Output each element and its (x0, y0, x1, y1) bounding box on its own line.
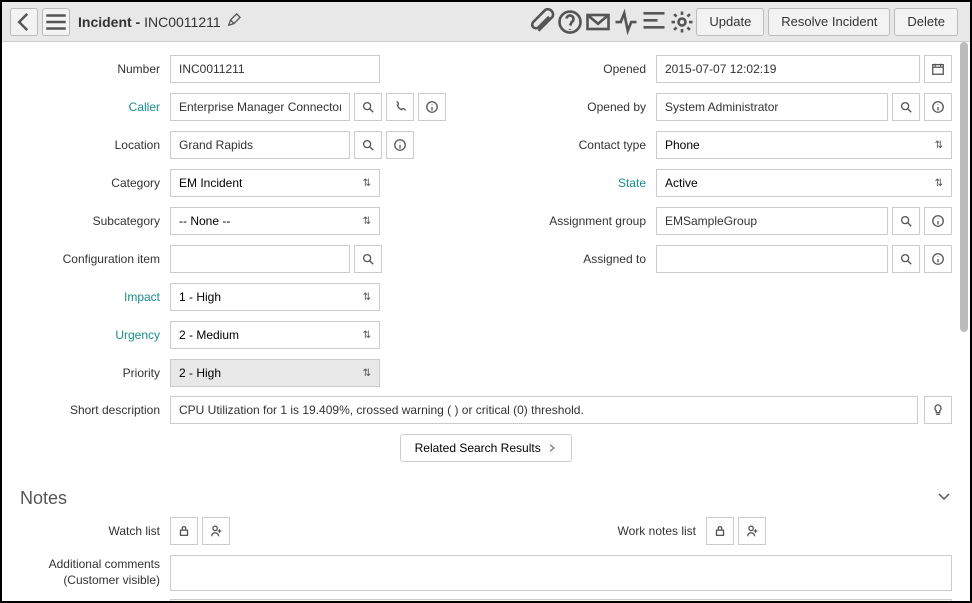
work-notes-row: Work notes (20, 599, 952, 601)
assigned-to-label: Assigned to (506, 252, 656, 266)
location-lookup-icon[interactable] (354, 131, 382, 159)
help-icon[interactable] (556, 8, 584, 36)
config-item-field[interactable] (170, 245, 350, 273)
caller-label: Caller (20, 100, 170, 114)
edit-title-icon[interactable] (227, 13, 241, 30)
notes-title: Notes (20, 488, 67, 509)
topbar: Incident - INC0011211 Update Resolve Inc… (2, 2, 970, 42)
assigned-to-info-icon[interactable] (924, 245, 952, 273)
assigned-to-lookup-icon[interactable] (892, 245, 920, 273)
delete-button[interactable]: Delete (894, 8, 958, 36)
left-column: Number Caller Location (20, 54, 466, 396)
attachment-icon[interactable] (528, 8, 556, 36)
priority-label: Priority (20, 366, 170, 380)
contact-type-label: Contact type (506, 138, 656, 152)
opened-by-label: Opened by (506, 100, 656, 114)
work-notes-list-add-me-icon[interactable] (738, 517, 766, 545)
additional-comments-field[interactable] (170, 555, 952, 591)
work-notes-list-lock-icon[interactable] (706, 517, 734, 545)
notes-collapse-icon[interactable] (936, 488, 952, 509)
watch-list-lock-icon[interactable] (170, 517, 198, 545)
state-label: State (506, 176, 656, 190)
layout-icon[interactable] (640, 8, 668, 36)
impact-select[interactable]: 1 - High (170, 283, 380, 311)
config-item-lookup-icon[interactable] (354, 245, 382, 273)
right-column: Opened Opened by Contact type (506, 54, 952, 396)
caller-lookup-icon[interactable] (354, 93, 382, 121)
related-search-button[interactable]: Related Search Results (400, 434, 573, 462)
category-select[interactable]: EM Incident (170, 169, 380, 197)
caller-info-icon[interactable] (418, 93, 446, 121)
contact-type-select[interactable]: Phone (656, 131, 952, 159)
back-button[interactable] (10, 8, 38, 36)
caller-field[interactable] (170, 93, 350, 121)
number-field[interactable] (170, 55, 380, 83)
page-title: Incident - INC0011211 (78, 14, 221, 30)
caller-phone-icon[interactable] (386, 93, 414, 121)
opened-by-field[interactable] (656, 93, 888, 121)
config-item-label: Configuration item (20, 252, 170, 266)
subcategory-select[interactable]: -- None -- (170, 207, 380, 235)
scrollbar[interactable] (960, 42, 968, 332)
impact-label: Impact (20, 290, 170, 304)
additional-comments-row: Additional comments (Customer visible) (20, 555, 952, 591)
activity-stream-icon[interactable] (612, 8, 640, 36)
urgency-select[interactable]: 2 - Medium (170, 321, 380, 349)
state-select[interactable]: Active (656, 169, 952, 197)
suggestion-icon[interactable] (924, 396, 952, 424)
location-label: Location (20, 138, 170, 152)
assignment-group-info-icon[interactable] (924, 207, 952, 235)
assignment-group-lookup-icon[interactable] (892, 207, 920, 235)
number-label: Number (20, 62, 170, 76)
short-desc-field[interactable] (170, 396, 918, 424)
menu-button[interactable] (42, 8, 70, 36)
opened-field[interactable] (656, 55, 920, 83)
email-icon[interactable] (584, 8, 612, 36)
urgency-label: Urgency (20, 328, 170, 342)
notes-header: Notes (2, 480, 970, 517)
work-notes-list-label: Work notes list (506, 524, 706, 538)
short-desc-label: Short description (20, 403, 170, 417)
watch-list-add-me-icon[interactable] (202, 517, 230, 545)
opened-by-lookup-icon[interactable] (892, 93, 920, 121)
location-info-icon[interactable] (386, 131, 414, 159)
subcategory-label: Subcategory (20, 214, 170, 228)
notes-body: Watch list Work notes list Additional co… (2, 517, 970, 601)
assignment-group-label: Assignment group (506, 214, 656, 228)
main-container: Incident - INC0011211 Update Resolve Inc… (2, 2, 970, 601)
work-notes-field[interactable] (170, 599, 952, 601)
watch-list-label: Watch list (20, 524, 170, 538)
location-field[interactable] (170, 131, 350, 159)
opened-by-info-icon[interactable] (924, 93, 952, 121)
priority-select: 2 - High (170, 359, 380, 387)
opened-label: Opened (506, 62, 656, 76)
calendar-icon[interactable] (924, 55, 952, 83)
update-button[interactable]: Update (696, 8, 764, 36)
category-label: Category (20, 176, 170, 190)
assignment-group-field[interactable] (656, 207, 888, 235)
resolve-button[interactable]: Resolve Incident (768, 8, 890, 36)
additional-comments-label: Additional comments (Customer visible) (20, 557, 170, 588)
settings-icon[interactable] (668, 8, 696, 36)
assigned-to-field[interactable] (656, 245, 888, 273)
form-body: Number Caller Location (2, 42, 970, 462)
